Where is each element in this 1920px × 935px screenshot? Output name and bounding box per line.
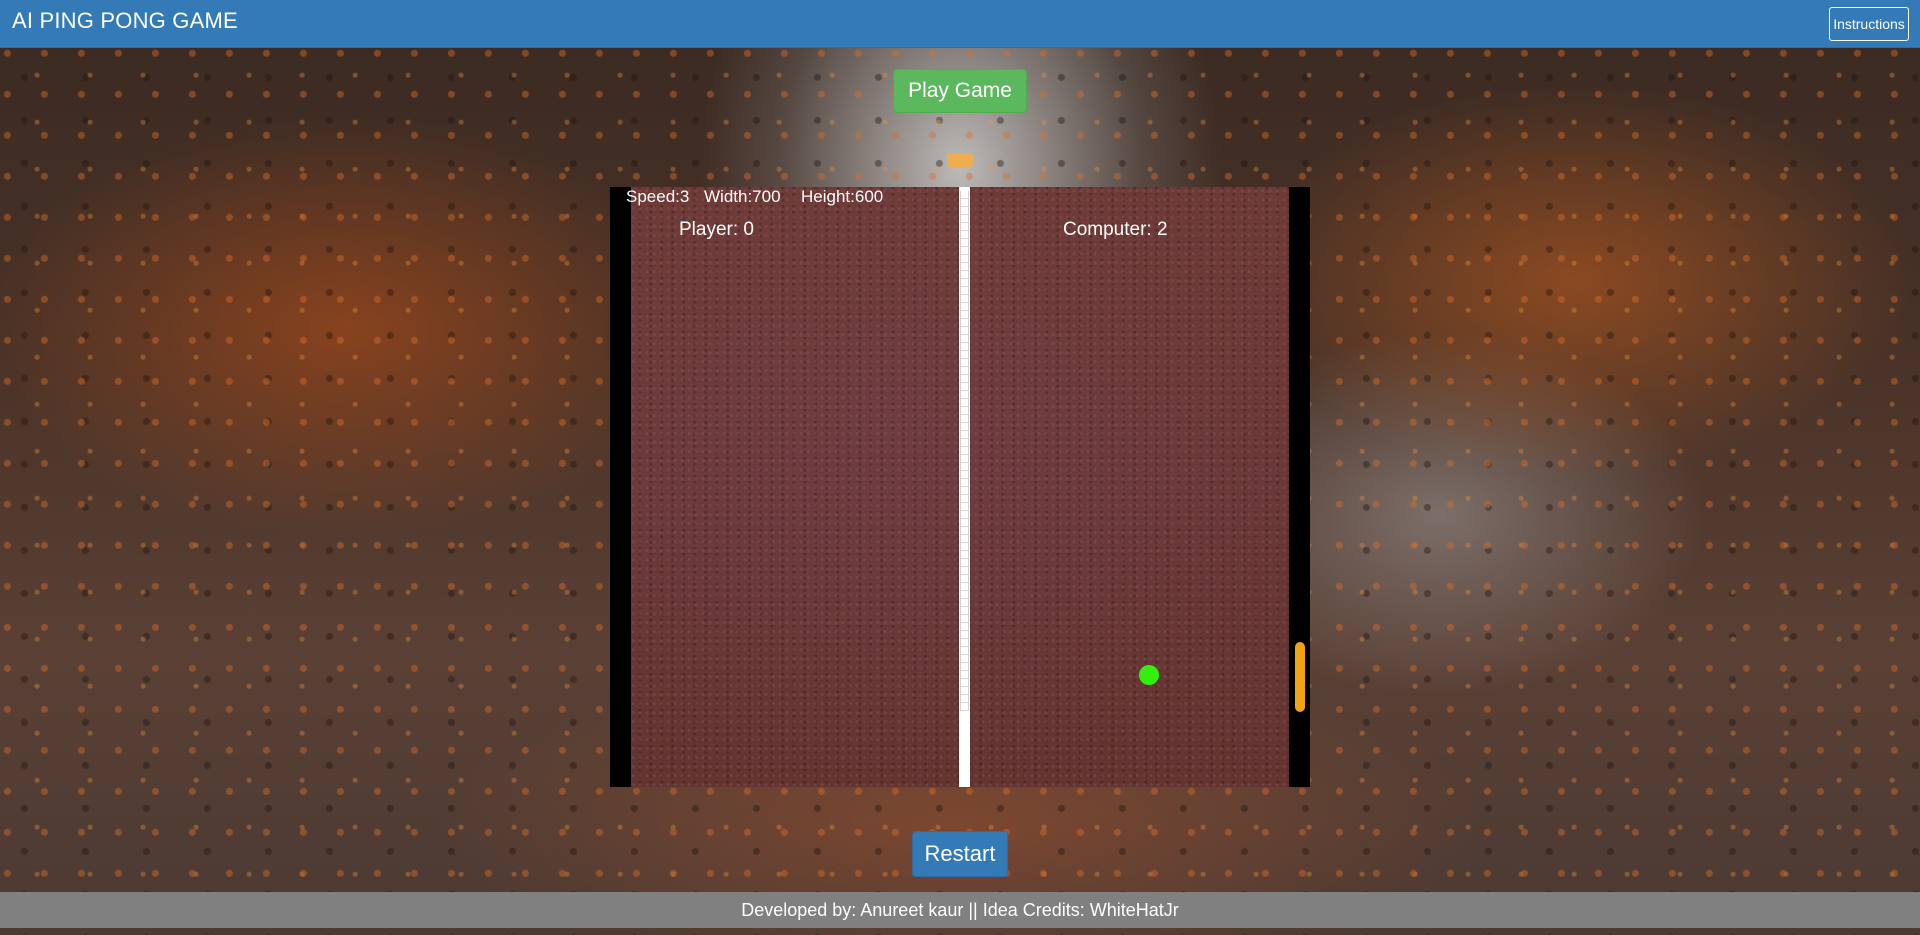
restart-button[interactable]: Restart — [912, 831, 1008, 877]
speed-readout: Speed:3 — [626, 187, 690, 206]
height-readout: Height:600 — [801, 187, 884, 206]
left-wall — [610, 187, 631, 787]
computer-paddle — [1295, 642, 1305, 712]
wrist-position-marker — [947, 153, 973, 167]
net — [959, 187, 970, 787]
play-game-button[interactable]: Play Game — [893, 69, 1027, 113]
app-title: AI PING PONG GAME — [12, 8, 238, 33]
net-pattern — [960, 191, 969, 711]
width-readout: Width:700 — [704, 187, 781, 206]
player-score: Player: 0 — [679, 219, 754, 240]
ball — [1139, 665, 1159, 685]
computer-score: Computer: 2 — [1063, 219, 1168, 240]
game-canvas[interactable]: Speed:3 Width:700 Height:600 Player: 0 C… — [610, 187, 1310, 787]
footer: Developed by: Anureet kaur || Idea Credi… — [0, 892, 1920, 928]
navbar: AI PING PONG GAME Instructions — [0, 0, 1920, 48]
footer-credits: Developed by: Anureet kaur || Idea Credi… — [741, 900, 1179, 920]
instructions-button[interactable]: Instructions — [1829, 7, 1909, 41]
